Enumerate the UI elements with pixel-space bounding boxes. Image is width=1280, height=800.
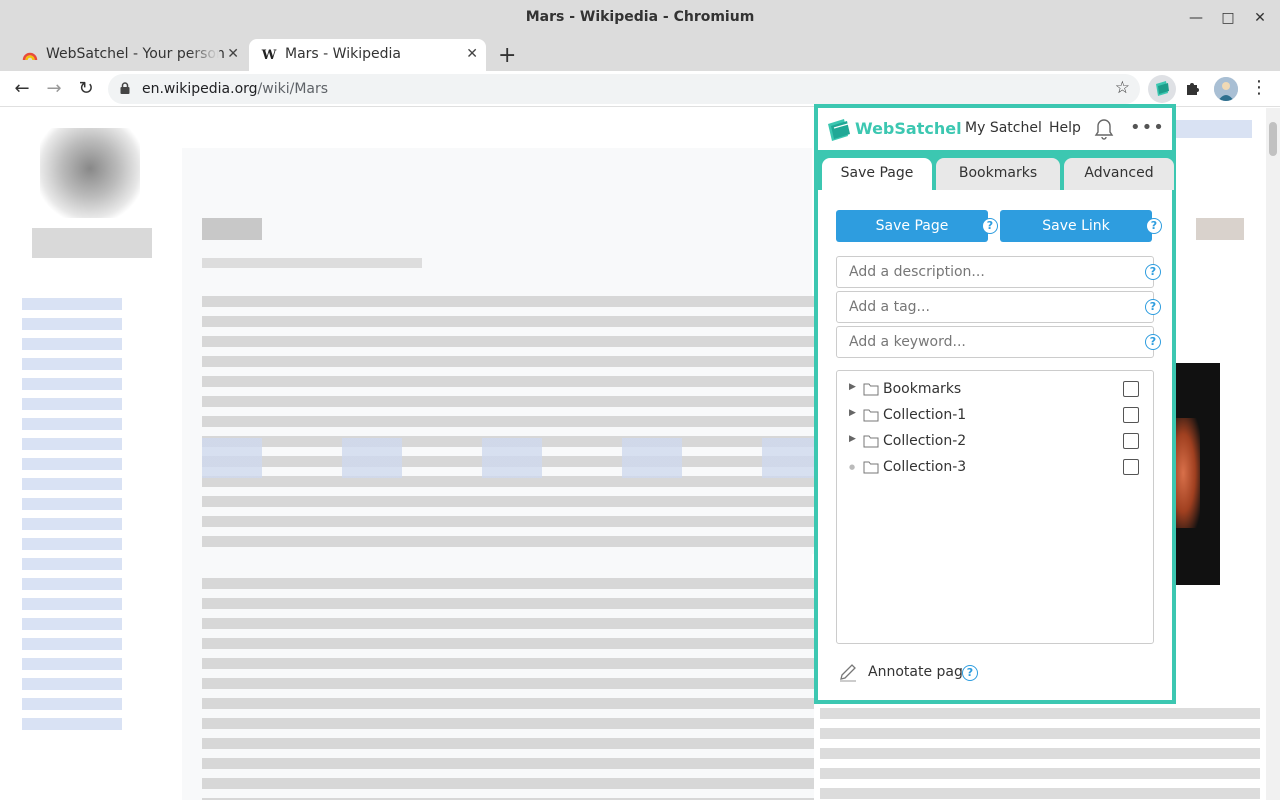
forward-arrow-icon[interactable]: → <box>42 77 66 101</box>
extensions-puzzle-icon[interactable] <box>1184 79 1202 101</box>
description-input[interactable]: Add a description... <box>836 256 1154 288</box>
window-titlebar: Mars - Wikipedia - Chromium — □ ✕ <box>0 0 1280 37</box>
tab-strip: WebSatchel - Your person ✕ W Mars - Wiki… <box>0 37 1280 71</box>
new-tab-icon[interactable]: + <box>498 43 516 68</box>
my-satchel-link[interactable]: My Satchel <box>965 120 1042 136</box>
tab-bookmarks[interactable]: Bookmarks <box>936 158 1060 190</box>
annotate-page-label[interactable]: Annotate page <box>868 664 971 680</box>
tree-item-checkbox[interactable] <box>1123 433 1139 449</box>
minimize-icon[interactable]: — <box>1186 8 1206 28</box>
page-scrollbar[interactable] <box>1266 108 1280 800</box>
address-bar[interactable]: en.wikipedia.org/wiki/Mars ☆ <box>108 74 1140 104</box>
save-link-button[interactable]: Save Link <box>1000 210 1152 242</box>
profile-avatar[interactable] <box>1214 77 1238 101</box>
tab-save-page[interactable]: Save Page <box>822 158 932 190</box>
websatchel-logo-icon <box>828 119 850 141</box>
scrollbar-thumb[interactable] <box>1269 122 1277 156</box>
tree-item-label: Bookmarks <box>883 381 962 397</box>
tag-input[interactable]: Add a tag... <box>836 291 1154 323</box>
help-link[interactable]: Help <box>1049 120 1081 136</box>
browser-toolbar: ← → ↻ en.wikipedia.org/wiki/Mars ☆ ⋮ <box>0 71 1280 107</box>
keyword-help-icon[interactable]: ? <box>1145 334 1161 350</box>
websatchel-extension-icon[interactable] <box>1148 75 1176 103</box>
wikipedia-w-icon: W <box>261 48 277 63</box>
sidebar-links-blurred <box>22 298 122 738</box>
save-link-help-icon[interactable]: ? <box>1146 218 1162 234</box>
close-tab-icon[interactable]: ✕ <box>466 46 478 62</box>
article-text-blurred <box>202 296 814 554</box>
folder-icon <box>863 461 879 474</box>
websatchel-brand: WebSatchel <box>855 119 962 138</box>
folder-icon <box>863 383 879 396</box>
save-page-panel: Save Page ? Save Link ? Add a descriptio… <box>818 190 1172 700</box>
tab-websatchel[interactable]: WebSatchel - Your person ✕ <box>10 39 247 71</box>
tree-item-label: Collection-3 <box>883 459 967 475</box>
close-tab-icon[interactable]: ✕ <box>227 46 239 62</box>
window-title: Mars - Wikipedia - Chromium <box>525 9 755 25</box>
url-path: /wiki/Mars <box>257 81 329 97</box>
tree-item-label: Collection-1 <box>883 407 967 423</box>
keyword-input[interactable]: Add a keyword... <box>836 326 1154 358</box>
browser-menu-icon[interactable]: ⋮ <box>1250 77 1268 98</box>
url-domain: en.wikipedia.org <box>142 81 258 97</box>
annotate-help-icon[interactable]: ? <box>962 665 978 681</box>
tree-item-collection-3[interactable]: ● Collection-3 <box>837 455 1153 481</box>
reload-icon[interactable]: ↻ <box>74 77 98 101</box>
websatchel-popup: WebSatchel My Satchel Help ••• Save Page… <box>814 104 1176 704</box>
pen-icon <box>840 664 856 682</box>
expand-caret-icon[interactable]: ▶ <box>849 408 856 418</box>
tree-item-collection-1[interactable]: ▶ Collection-1 <box>837 403 1153 429</box>
save-page-button[interactable]: Save Page <box>836 210 988 242</box>
close-window-icon[interactable]: ✕ <box>1250 8 1270 28</box>
tree-item-checkbox[interactable] <box>1123 459 1139 475</box>
save-page-help-icon[interactable]: ? <box>982 218 998 234</box>
bookmark-star-icon[interactable]: ☆ <box>1115 78 1130 98</box>
tree-item-checkbox[interactable] <box>1123 381 1139 397</box>
maximize-icon[interactable]: □ <box>1218 8 1238 28</box>
tree-item-checkbox[interactable] <box>1123 407 1139 423</box>
bell-icon[interactable] <box>1094 118 1114 140</box>
tree-item-label: Collection-2 <box>883 433 967 449</box>
tab-mars-wikipedia[interactable]: W Mars - Wikipedia ✕ <box>249 39 486 71</box>
popup-header: WebSatchel My Satchel Help ••• <box>818 108 1172 150</box>
lock-icon <box>120 82 130 94</box>
leaf-dot-icon: ● <box>849 463 856 471</box>
back-arrow-icon[interactable]: ← <box>10 77 34 101</box>
tree-item-bookmarks[interactable]: ▶ Bookmarks <box>837 377 1153 403</box>
url-text: en.wikipedia.org/wiki/Mars <box>142 81 328 97</box>
collections-tree: ▶ Bookmarks ▶ Collection-1 ▶ Collection-… <box>836 370 1154 644</box>
folder-icon <box>863 435 879 448</box>
description-help-icon[interactable]: ? <box>1145 264 1161 280</box>
folder-icon <box>863 409 879 422</box>
popup-tabs: Save Page Bookmarks Advanced <box>818 154 1174 190</box>
tab-advanced[interactable]: Advanced <box>1064 158 1174 190</box>
websatchel-favicon-icon <box>22 48 38 64</box>
wikipedia-logo <box>40 128 140 218</box>
expand-caret-icon[interactable]: ▶ <box>849 382 856 392</box>
more-options-icon[interactable]: ••• <box>1130 117 1165 138</box>
tree-item-collection-2[interactable]: ▶ Collection-2 <box>837 429 1153 455</box>
tag-help-icon[interactable]: ? <box>1145 299 1161 315</box>
expand-caret-icon[interactable]: ▶ <box>849 434 856 444</box>
tab-title: Mars - Wikipedia <box>285 46 401 62</box>
